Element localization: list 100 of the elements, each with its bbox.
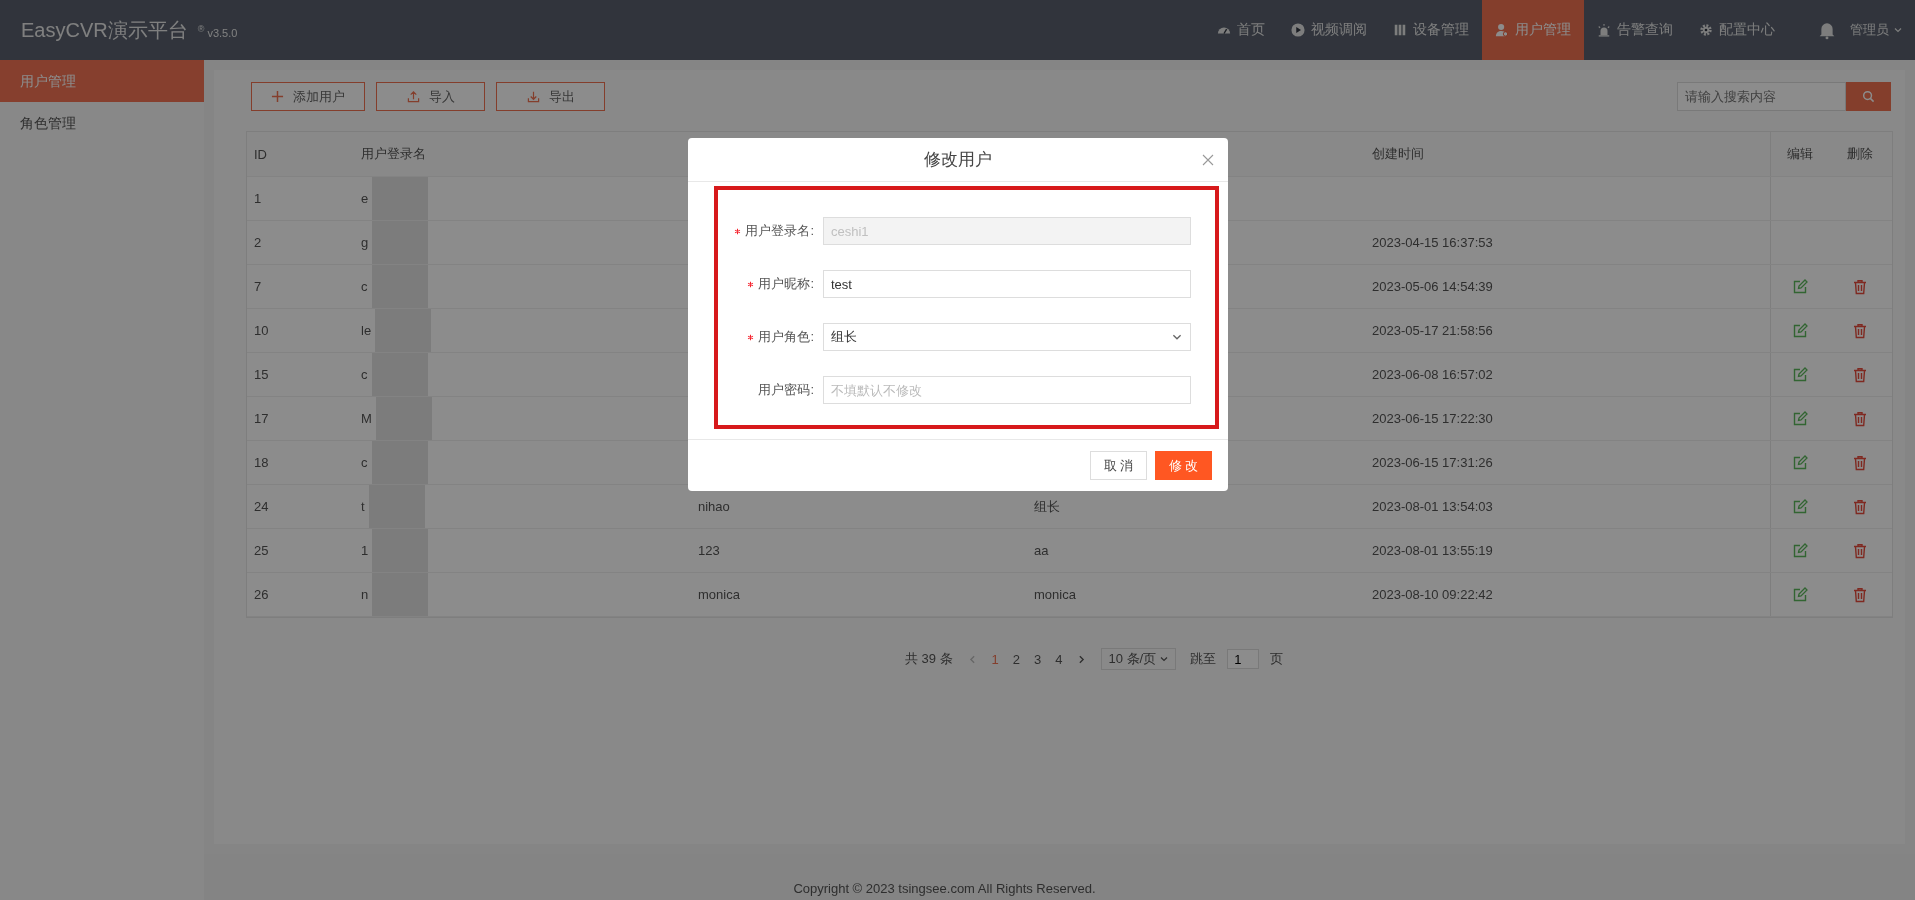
- trash-icon[interactable]: [1852, 542, 1868, 559]
- role-select[interactable]: 组长: [823, 323, 1191, 351]
- table-cell: 123: [698, 543, 720, 558]
- import-button[interactable]: 导入: [376, 82, 485, 111]
- table-cell: 1: [361, 543, 369, 558]
- search-field[interactable]: 请输入搜索内容: [1677, 82, 1846, 111]
- table-cell: monica: [698, 587, 740, 602]
- field-label: 用户昵称:: [758, 275, 814, 293]
- caret-icon: [1893, 25, 1903, 35]
- trash-icon[interactable]: [1852, 498, 1868, 515]
- edit-icon[interactable]: [1791, 542, 1808, 559]
- page-unit-label: 页: [1270, 650, 1284, 668]
- edit-icon[interactable]: [1791, 454, 1808, 471]
- app-logo: EasyCVR演示平台: [21, 17, 188, 43]
- edit-icon[interactable]: [1791, 278, 1808, 295]
- bell-icon[interactable]: [1818, 20, 1836, 40]
- table-cell: aa: [1034, 543, 1049, 558]
- close-icon[interactable]: [1202, 154, 1214, 166]
- table-cell: t: [361, 499, 365, 514]
- add-user-button[interactable]: 添加用户: [251, 82, 365, 111]
- jump-label: 跳至: [1190, 650, 1217, 668]
- table-cell: 2023-05-17 21:58:56: [1372, 323, 1493, 338]
- input-field[interactable]: 不填默认不修改: [823, 376, 1191, 404]
- page-size-select[interactable]: 10 条/页: [1101, 648, 1177, 670]
- nav-tab[interactable]: 配置中心: [1686, 0, 1788, 60]
- edit-icon[interactable]: [1791, 410, 1808, 427]
- table-cell: g: [361, 235, 369, 250]
- nav-tab[interactable]: 告警查询: [1584, 0, 1686, 60]
- total-count: 共 39 条: [904, 650, 953, 668]
- settings-icon: [1699, 23, 1713, 37]
- page-number[interactable]: 1: [991, 651, 999, 667]
- edit-icon[interactable]: [1791, 366, 1808, 383]
- caret-icon: [1159, 654, 1170, 664]
- nav-tab[interactable]: 视频调阅: [1278, 0, 1380, 60]
- nav-tab[interactable]: 设备管理: [1380, 0, 1482, 60]
- page-jump-field[interactable]: 1: [1227, 649, 1260, 669]
- edit-icon[interactable]: [1791, 322, 1808, 339]
- table-cell: 17: [254, 411, 269, 426]
- nav-tab[interactable]: 首页: [1204, 0, 1278, 60]
- download-icon: [526, 90, 540, 103]
- table-cell: 2023-06-15 17:22:30: [1372, 411, 1493, 426]
- table-cell: monica: [1034, 587, 1076, 602]
- sidebar-item[interactable]: 角色管理: [0, 102, 204, 144]
- table-cell: M: [361, 411, 372, 426]
- table-cell: 7: [254, 279, 262, 294]
- edit-icon[interactable]: [1791, 498, 1808, 515]
- required-mark-icon: [734, 227, 742, 235]
- table-cell: c: [361, 455, 368, 470]
- table-cell: le: [361, 323, 372, 338]
- user-icon: [1495, 23, 1509, 37]
- play-icon: [1291, 23, 1305, 37]
- search-icon: [1862, 90, 1875, 103]
- table-cell: 2023-04-15 16:37:53: [1372, 235, 1493, 250]
- table-cell: 2023-05-06 14:54:39: [1372, 279, 1493, 294]
- table-cell: 2023-08-01 13:55:19: [1372, 543, 1493, 558]
- table-cell: c: [361, 367, 368, 382]
- copyright-text: Copyright © 2023 tsingsee.com All Rights Reserved.: [793, 881, 1096, 896]
- confirm-button[interactable]: 修 改: [1155, 451, 1212, 480]
- upload-icon: [406, 90, 420, 103]
- page-number[interactable]: 4: [1055, 651, 1063, 667]
- table-cell: 1: [254, 191, 262, 206]
- table-cell: 24: [254, 499, 269, 514]
- trash-icon[interactable]: [1852, 366, 1868, 383]
- export-button[interactable]: 导出: [496, 82, 605, 111]
- column-header: 创建时间: [1372, 145, 1424, 163]
- table-cell: nihao: [698, 499, 730, 514]
- table-cell: 2: [254, 235, 262, 250]
- trash-icon[interactable]: [1852, 410, 1868, 427]
- table-cell: 18: [254, 455, 269, 470]
- table-cell: 10: [254, 323, 269, 338]
- table-cell: c: [361, 279, 368, 294]
- column-header: 删除: [1847, 145, 1873, 163]
- table-cell: 15: [254, 367, 269, 382]
- required-mark-icon: [747, 333, 755, 341]
- table-cell: 2023-06-08 16:57:02: [1372, 367, 1493, 382]
- search-button[interactable]: [1846, 82, 1891, 111]
- trash-icon[interactable]: [1852, 322, 1868, 339]
- table-cell: 组长: [1034, 497, 1060, 516]
- column-header: 编辑: [1786, 145, 1813, 163]
- alarm-icon: [1597, 23, 1611, 37]
- column-header: 用户登录名: [361, 145, 426, 163]
- input-field[interactable]: test: [823, 270, 1191, 298]
- field-label: 用户角色:: [758, 328, 814, 346]
- nav-tab[interactable]: 用户管理: [1482, 0, 1584, 60]
- dialog-title: 修改用户: [924, 149, 992, 171]
- trash-icon[interactable]: [1852, 278, 1868, 295]
- page-number[interactable]: 3: [1034, 651, 1042, 667]
- cancel-button[interactable]: 取 消: [1090, 451, 1147, 480]
- table-cell: 2023-08-01 13:54:03: [1372, 499, 1493, 514]
- trash-icon[interactable]: [1852, 586, 1868, 603]
- field-label: 用户密码:: [758, 381, 814, 399]
- user-menu[interactable]: 管理员: [1850, 21, 1903, 39]
- sidebar-item[interactable]: 用户管理: [0, 60, 204, 102]
- book-icon: [1393, 23, 1407, 37]
- edit-icon[interactable]: [1791, 586, 1808, 603]
- column-header: ID: [254, 146, 267, 162]
- plus-icon: [271, 90, 284, 103]
- table-cell: n: [361, 587, 369, 602]
- page-number[interactable]: 2: [1012, 651, 1020, 667]
- trash-icon[interactable]: [1852, 454, 1868, 471]
